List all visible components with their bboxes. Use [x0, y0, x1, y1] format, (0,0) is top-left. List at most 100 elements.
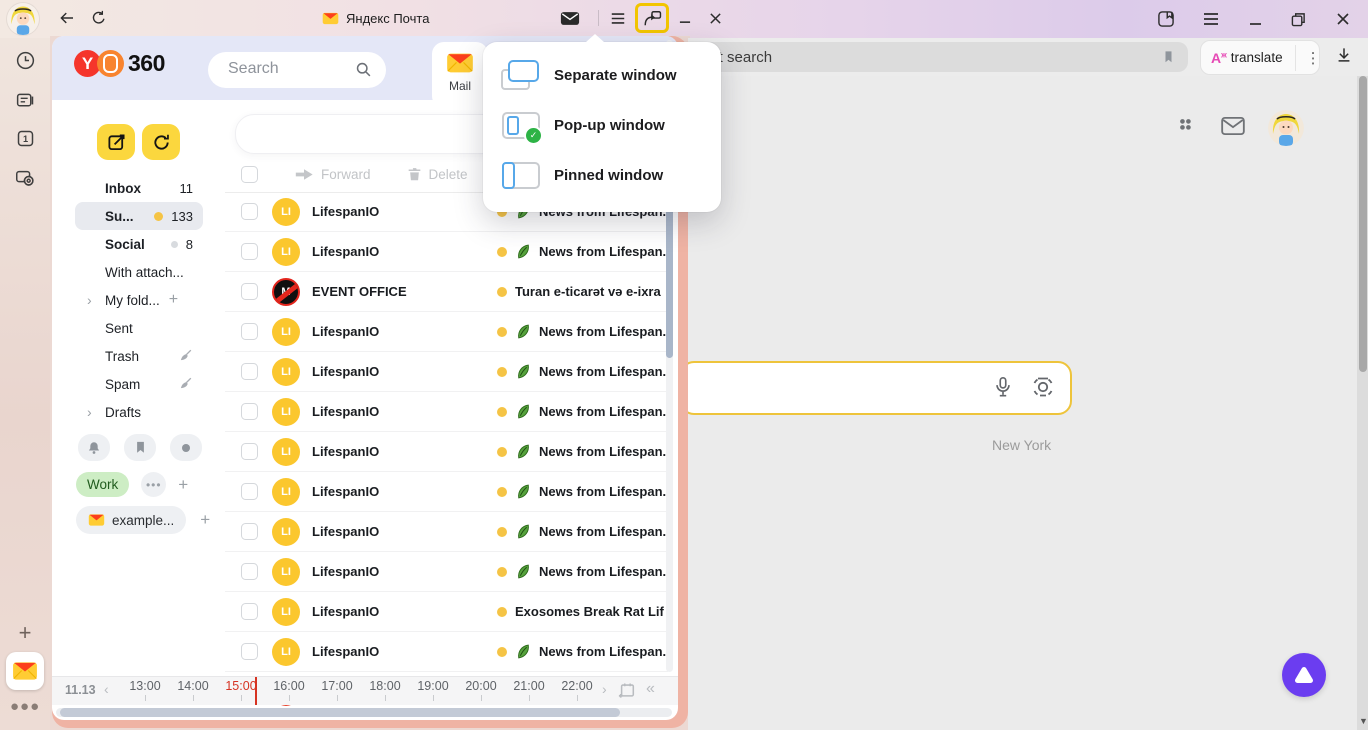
browser-menu-icon[interactable]	[1194, 0, 1228, 38]
clear-folder-icon[interactable]	[179, 348, 193, 365]
clear-folder-icon[interactable]	[179, 376, 193, 393]
y360-logo[interactable]: Y 360	[74, 50, 165, 77]
message-row[interactable]: M EVENT OFFICE Turan e-ticarət və e-ixra	[225, 272, 668, 312]
chevron-right-icon[interactable]: ›	[87, 292, 105, 308]
mail-search-input[interactable]	[226, 59, 350, 79]
mail-shortcut-icon[interactable]	[1220, 115, 1246, 142]
dot-filter-button[interactable]	[170, 434, 202, 461]
message-row[interactable]: LI LifespanIO News from Lifespan.	[225, 312, 668, 352]
folder-item[interactable]: › With attach... +	[75, 258, 203, 286]
message-checkbox[interactable]	[241, 203, 258, 220]
add-event-icon[interactable]	[618, 681, 636, 704]
message-checkbox[interactable]	[241, 323, 258, 340]
folder-item[interactable]: › Sent +	[75, 314, 203, 342]
message-row[interactable]: LI LifespanIO News from Lifespan.	[225, 352, 668, 392]
message-checkbox[interactable]	[241, 523, 258, 540]
collapse-timeline-icon[interactable]: «	[646, 680, 655, 698]
timeline-next-icon[interactable]: ›	[602, 681, 607, 697]
bookmark-icon[interactable]	[1161, 49, 1176, 70]
folder-item[interactable]: › Trash +	[75, 342, 203, 370]
timeline-prev-icon[interactable]: ‹	[104, 681, 109, 697]
timeline-time[interactable]: 21:00	[505, 679, 553, 701]
folder-item[interactable]: › My fold... +	[75, 286, 203, 314]
message-row[interactable]: LI LifespanIO News from Lifespan.	[225, 472, 668, 512]
message-row[interactable]: LI LifespanIO News from Lifespan.	[225, 432, 668, 472]
browser-restore-button[interactable]	[1281, 0, 1315, 38]
search-icon[interactable]	[355, 61, 372, 83]
location-label[interactable]: New York	[992, 437, 1051, 453]
message-checkbox[interactable]	[241, 363, 258, 380]
browser-minimize-button[interactable]	[1238, 0, 1272, 38]
timeline-time[interactable]: 16:00	[265, 679, 313, 701]
message-checkbox[interactable]	[241, 243, 258, 260]
message-checkbox[interactable]	[241, 643, 258, 660]
message-row[interactable]: LI LifespanIO News from Lifespan.	[225, 632, 668, 672]
page-scrollbar[interactable]: ▼	[1357, 76, 1368, 730]
timeline-time[interactable]: 18:00	[361, 679, 409, 701]
compose-button[interactable]	[97, 124, 135, 160]
new-message-icon[interactable]	[555, 0, 585, 36]
timeline-time[interactable]: 17:00	[313, 679, 361, 701]
rail-more-icon[interactable]: ●●●	[10, 698, 40, 715]
refresh-button[interactable]	[142, 124, 180, 160]
folder-item[interactable]: › Social + 8	[75, 230, 203, 258]
forward-button[interactable]: Forward	[294, 167, 371, 182]
message-checkbox[interactable]	[241, 443, 258, 460]
scrollbar-arrow-icon[interactable]: ▼	[1359, 716, 1368, 726]
translate-options-icon[interactable]: ⋮	[1295, 45, 1321, 71]
translate-button[interactable]: Aж translate ⋮	[1200, 40, 1320, 75]
add-account-icon[interactable]: +	[200, 510, 210, 530]
timeline-time[interactable]: 15:00	[217, 679, 265, 701]
folder-item[interactable]: › Su... + 133	[75, 202, 203, 230]
folder-item[interactable]: › Drafts +	[75, 398, 203, 426]
rail-add-icon[interactable]: +	[12, 620, 38, 646]
message-row[interactable]: LI LifespanIO News from Lifespan.	[225, 552, 668, 592]
mail-close-button[interactable]	[700, 0, 730, 36]
window-mode-option[interactable]: ✓ Pop-up window	[483, 100, 721, 150]
timeline-time[interactable]: 14:00	[169, 679, 217, 701]
message-checkbox[interactable]	[241, 603, 258, 620]
add-label-icon[interactable]: +	[178, 475, 188, 495]
browser-close-button[interactable]	[1326, 0, 1360, 38]
timeline-time[interactable]: 13:00	[121, 679, 169, 701]
history-icon[interactable]	[13, 48, 37, 72]
tab-mail[interactable]: Mail	[432, 42, 488, 108]
apps-grid-icon[interactable]	[1176, 115, 1198, 142]
screenshot-icon[interactable]	[13, 166, 37, 190]
yandex-search-input[interactable]	[680, 361, 1072, 415]
mail-app-icon[interactable]	[6, 652, 44, 690]
reminders-filter-button[interactable]	[78, 434, 110, 461]
feed-icon[interactable]	[13, 88, 37, 112]
work-label-pill[interactable]: Work	[76, 472, 129, 497]
bookmarked-filter-button[interactable]	[124, 434, 156, 461]
add-folder-icon[interactable]: +	[169, 291, 178, 309]
tabs-count-icon[interactable]: 1	[13, 126, 37, 150]
message-row[interactable]: LI LifespanIO News from Lifespan.	[225, 392, 668, 432]
message-row[interactable]: LI LifespanIO News from Lifespan.	[225, 232, 668, 272]
folder-item[interactable]: › Spam +	[75, 370, 203, 398]
timeline-time[interactable]: 22:00	[553, 679, 601, 701]
alice-assistant-button[interactable]	[1282, 653, 1326, 697]
account-avatar[interactable]	[1268, 110, 1304, 146]
delete-button[interactable]: Delete	[407, 166, 468, 182]
back-icon[interactable]	[52, 0, 82, 36]
timeline-time[interactable]: 19:00	[409, 679, 457, 701]
message-checkbox[interactable]	[241, 483, 258, 500]
select-all-checkbox[interactable]	[241, 166, 258, 183]
timeline-time[interactable]: 20:00	[457, 679, 505, 701]
message-row[interactable]: LI LifespanIO Exosomes Break Rat Lif	[225, 592, 668, 632]
message-row[interactable]: LI LifespanIO News from Lifespan.	[225, 512, 668, 552]
message-checkbox[interactable]	[241, 563, 258, 580]
window-mode-option[interactable]: ✓ Separate window	[483, 50, 721, 100]
window-mode-option[interactable]: ✓ Pinned window	[483, 150, 721, 200]
folder-item[interactable]: › Inbox + 11	[75, 174, 203, 202]
mail-minimize-button[interactable]	[670, 0, 700, 36]
labels-more-button[interactable]: •••	[141, 472, 166, 497]
side-panel-icon[interactable]	[1149, 0, 1183, 38]
voice-search-icon[interactable]	[992, 374, 1014, 405]
message-checkbox[interactable]	[241, 403, 258, 420]
page-scrollbar-thumb[interactable]	[1359, 76, 1367, 372]
image-search-icon[interactable]	[1030, 374, 1056, 405]
chevron-right-icon[interactable]: ›	[87, 404, 105, 420]
download-icon[interactable]	[1334, 44, 1354, 71]
